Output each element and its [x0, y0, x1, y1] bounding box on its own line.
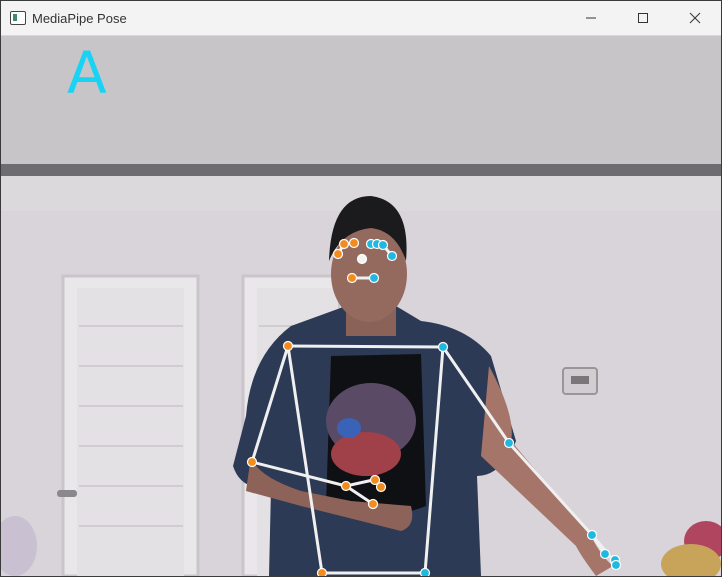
landmark-left-elbow — [246, 456, 258, 468]
close-button[interactable] — [669, 1, 721, 35]
landmark-right-wrist — [586, 529, 598, 541]
landmark-nose — [356, 253, 368, 265]
landmark-right-thumb — [610, 559, 622, 571]
window-controls — [565, 1, 721, 35]
ceiling — [1, 36, 721, 171]
shoulder-line — [286, 344, 445, 349]
maximize-icon — [638, 13, 648, 23]
app-window-icon — [10, 11, 26, 25]
landmark-left-hip — [316, 567, 328, 576]
landmark-left-shoulder — [282, 340, 294, 352]
landmark-mouth-left — [346, 272, 358, 284]
landmark-right-elbow — [503, 437, 515, 449]
landmark-left-ear — [332, 248, 344, 260]
door-left — [57, 274, 200, 576]
app-window: MediaPipe Pose A — [0, 0, 722, 577]
landmark-left-thumb — [367, 498, 379, 510]
landmark-left-eye — [348, 237, 360, 249]
close-icon — [689, 12, 701, 24]
gesture-letter: A — [67, 39, 107, 107]
landmark-right-pinky — [599, 548, 611, 560]
window-title: MediaPipe Pose — [32, 10, 127, 26]
landmark-right-ear — [386, 250, 398, 262]
ceiling-edge — [1, 164, 721, 176]
minimize-icon — [586, 17, 596, 19]
maximize-button[interactable] — [617, 1, 669, 35]
camera-feed: A — [1, 36, 721, 576]
camera-scene — [1, 36, 721, 576]
landmark-left-wrist — [340, 480, 352, 492]
landmark-left-eye-inner — [338, 238, 350, 250]
landmark-right-hip — [419, 567, 431, 576]
landmark-left-index — [375, 481, 387, 493]
landmark-mouth-right — [368, 272, 380, 284]
minimize-button[interactable] — [565, 1, 617, 35]
landmark-right-shoulder — [437, 341, 449, 353]
title-bar[interactable]: MediaPipe Pose — [1, 1, 721, 36]
landmark-right-eye-outer — [377, 239, 389, 251]
